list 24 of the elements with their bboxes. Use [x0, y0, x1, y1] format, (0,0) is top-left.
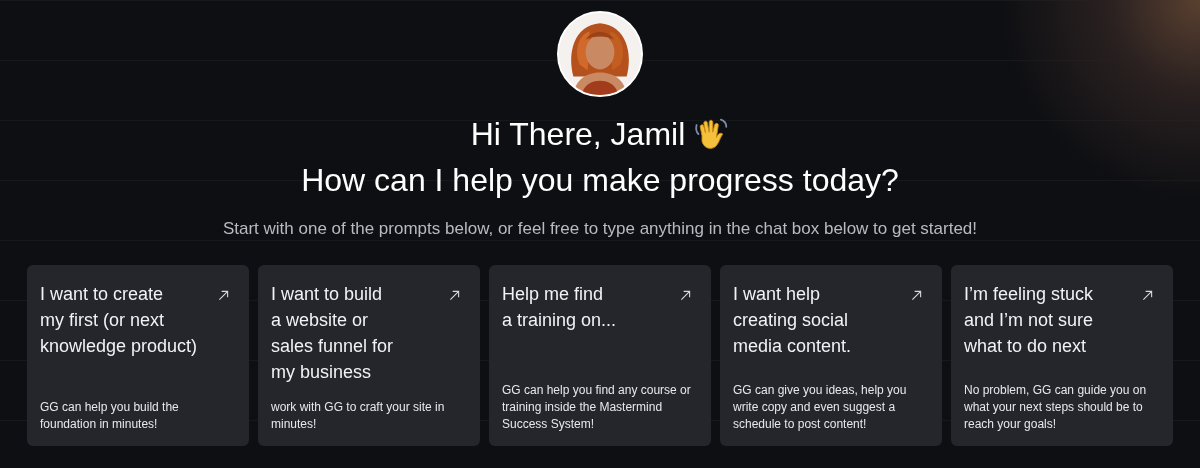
- prompt-card[interactable]: I’m feeling stuck and I’m not sure what to do next No problem, GG can guide you on what your next steps should be to reach your goals!: [951, 265, 1173, 446]
- prompt-title: I’m feeling stuck and I’m not sure what to do next: [964, 283, 1094, 358]
- greeting-question: How can I help you make progress today?: [301, 161, 899, 200]
- arrow-up-right-icon: [1142, 290, 1153, 301]
- arrow-up-right-icon: [680, 290, 691, 301]
- prompt-description: GG can help you find any course or training inside the Mastermind Success System!: [502, 382, 692, 433]
- prompt-card[interactable]: I want help creating social media content. GG can give you ideas, help you write copy and even suggest a schedule to post content!: [720, 265, 942, 446]
- prompt-card[interactable]: Help me find a training on... GG can help you find any course or training inside the Mastermind Success System!: [489, 265, 711, 446]
- prompt-description: No problem, GG can guide you on what your next steps should be to reach your goals!: [964, 382, 1148, 433]
- prompt-title: Help me find a training on...: [502, 283, 617, 332]
- prompt-description: GG can give you ideas, help you write copy and even suggest a schedule to post content!: [733, 382, 908, 433]
- prompt-title: I want help creating social media content.: [733, 283, 852, 358]
- subtitle: Start with one of the prompts below, or feel free to type anything in the chat box below to get started!: [222, 219, 978, 239]
- prompt-title: I want to build a website or sales funnel for my business: [271, 283, 394, 384]
- arrow-up-right-icon: [218, 290, 229, 301]
- arrow-up-right-icon: [911, 290, 922, 301]
- prompt-card[interactable]: I want to create my first (or next knowledge product) GG can help you build the foundation in minutes!: [27, 265, 249, 446]
- prompt-description: work with GG to craft your site in minutes!: [271, 399, 446, 433]
- prompt-card[interactable]: I want to build a website or sales funnel for my business work with GG to craft your site in minutes!: [258, 265, 480, 446]
- greeting-text: Hi There, Jamil: [470, 115, 686, 154]
- waving-hand-icon: [693, 116, 730, 152]
- arrow-up-right-icon: [449, 290, 460, 301]
- prompt-description: GG can help you build the foundation in minutes!: [40, 399, 180, 433]
- prompt-title: I want to create my first (or next knowledge product): [40, 283, 198, 358]
